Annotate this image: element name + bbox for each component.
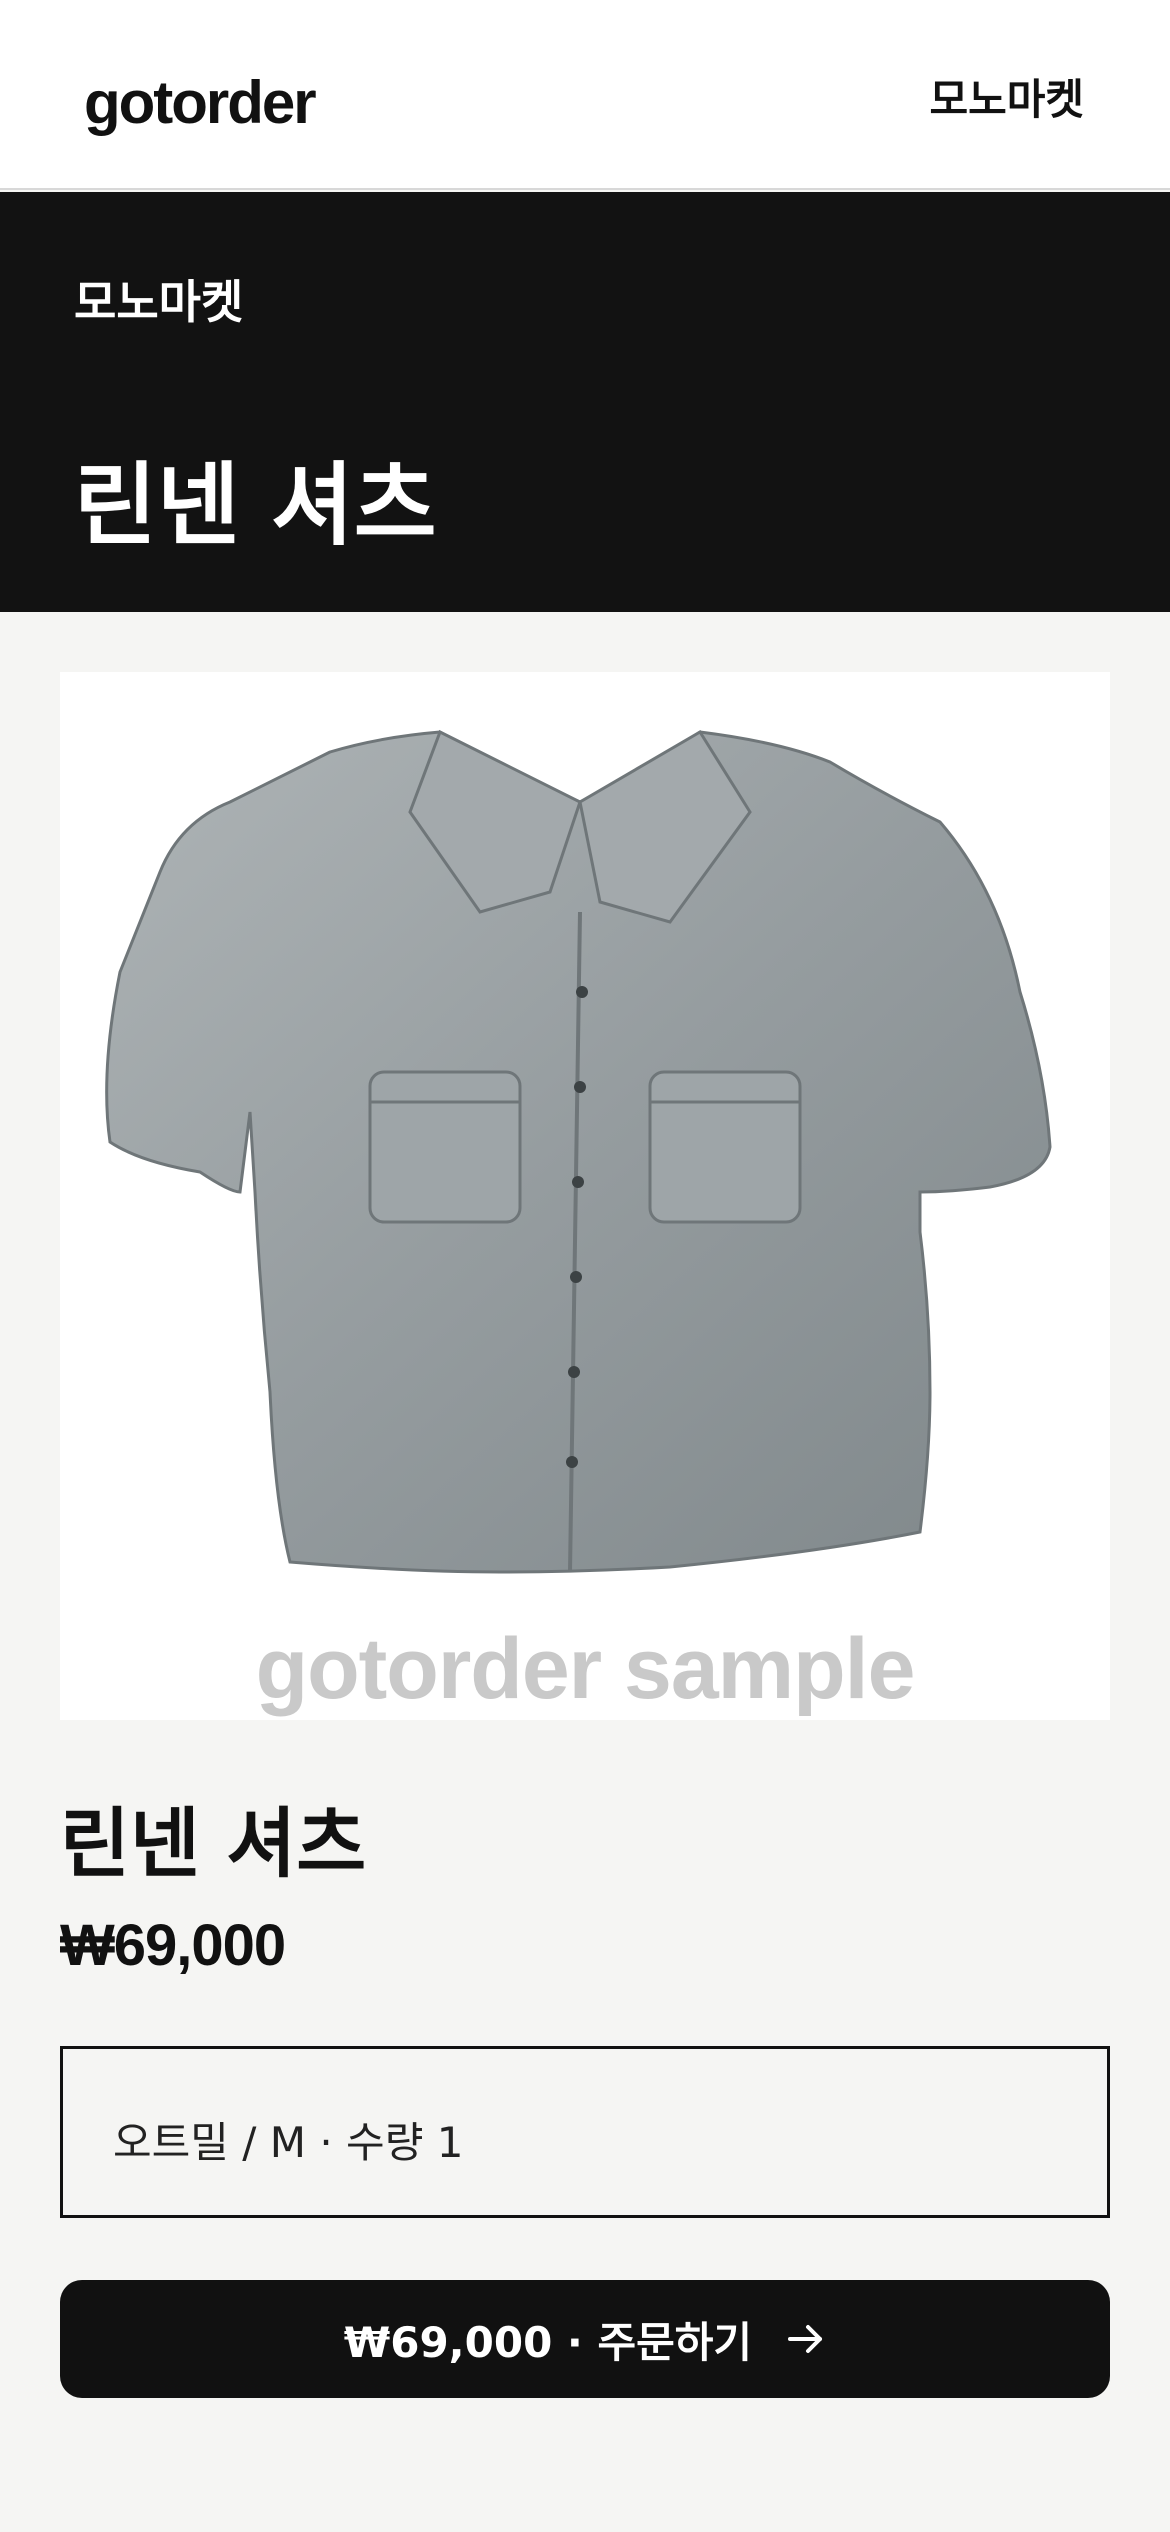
product-image: gotorder sample [60, 672, 1110, 1720]
logo[interactable]: gotorder [84, 68, 317, 137]
order-button-label: ₩69,000 · 주문하기 [343, 2317, 753, 2367]
watermark: gotorder sample [255, 1621, 916, 1717]
arrow-right-icon [788, 2325, 823, 2353]
product-price: ₩69,000 [60, 1913, 286, 1978]
pocket-left [368, 1070, 522, 1224]
store-link[interactable]: 모노마켓 [929, 66, 1084, 127]
order-button[interactable]: ₩69,000 · 주문하기 [60, 2280, 1110, 2398]
hero-title: 린넨 셔츠 [74, 453, 437, 558]
selected-option-text: 오트밀 / M · 수량 1 [113, 2118, 464, 2167]
option-selector[interactable]: 오트밀 / M · 수량 1 [60, 2046, 1110, 2218]
hero-store-name: 모노마켓 [74, 275, 244, 329]
product-name: 린넨 셔츠 [60, 1799, 367, 1888]
top-bar: gotorder 모노마켓 [0, 0, 1170, 190]
pocket-right [648, 1070, 802, 1224]
shirt-image [105, 729, 1052, 1574]
hero-banner: 모노마켓 린넨 셔츠 [0, 192, 1170, 612]
